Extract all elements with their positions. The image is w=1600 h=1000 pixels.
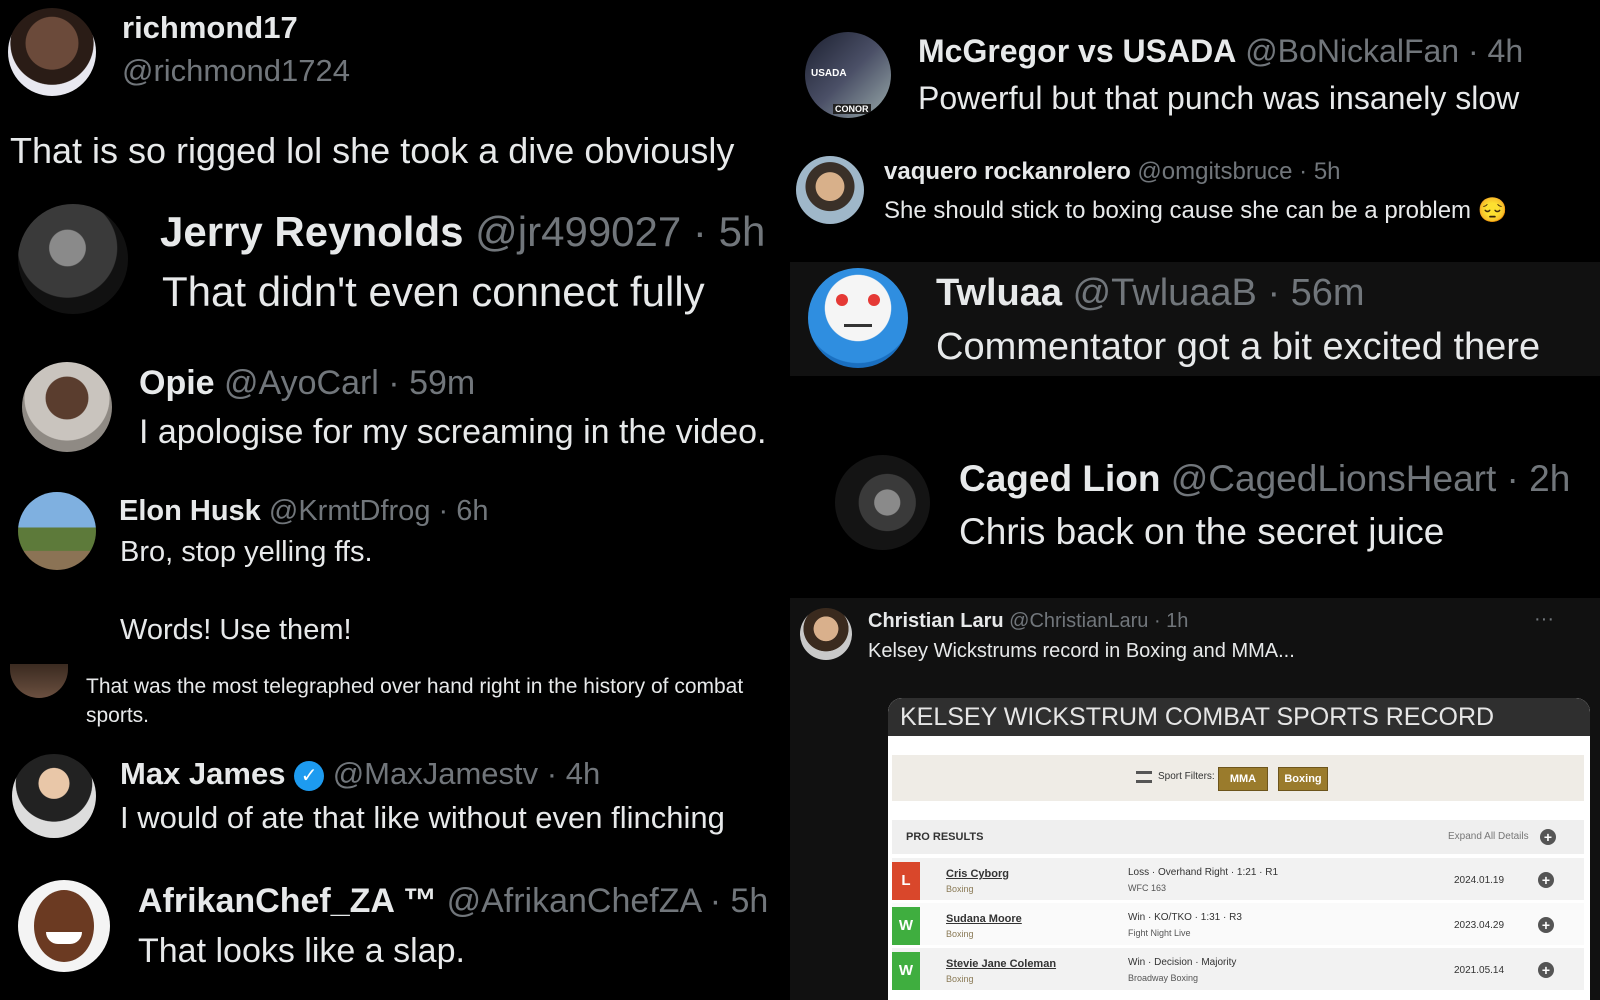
handle[interactable]: @MaxJamestv · 4h bbox=[333, 756, 600, 791]
opponent[interactable]: Stevie Jane Coleman bbox=[946, 958, 1056, 970]
avatar[interactable] bbox=[8, 8, 96, 96]
handle[interactable]: @KrmtDfrog · 6h bbox=[269, 495, 489, 527]
post-text: That was the most telegraphed over hand … bbox=[86, 675, 744, 698]
event: WFC 163 bbox=[1128, 883, 1167, 893]
handle[interactable]: @omgitsbruce · 5h bbox=[1137, 158, 1340, 185]
avatar[interactable] bbox=[22, 362, 112, 452]
display-name[interactable]: Jerry Reynolds bbox=[160, 208, 463, 255]
display-name[interactable]: richmond17 bbox=[122, 10, 298, 46]
display-name[interactable]: Max James bbox=[120, 756, 285, 791]
avatar[interactable] bbox=[18, 492, 96, 570]
display-name[interactable]: AfrikanChef_ZA ™ bbox=[138, 882, 437, 920]
avatar[interactable] bbox=[796, 156, 864, 224]
handle[interactable]: @AfrikanChefZA · 5h bbox=[447, 882, 769, 920]
post-text: That is so rigged lol she took a dive ob… bbox=[10, 130, 735, 171]
pro-results-header: PRO RESULTS Expand All Details + bbox=[892, 820, 1584, 854]
sport: Boxing bbox=[946, 974, 974, 984]
display-name[interactable]: Christian Laru bbox=[868, 610, 1004, 632]
event: Fight Night Live bbox=[1128, 928, 1191, 938]
opponent[interactable]: Sudana Moore bbox=[946, 913, 1022, 925]
avatar[interactable]: USADA CONOR bbox=[805, 32, 891, 118]
table-row[interactable]: L Cris Cyborg Boxing Loss · Overhand Rig… bbox=[892, 858, 1584, 900]
list-icon bbox=[1136, 771, 1152, 783]
post-text-line-2: sports. bbox=[86, 704, 150, 727]
avatar[interactable] bbox=[18, 880, 110, 972]
method: Win · Decision · Majority bbox=[1128, 957, 1237, 968]
date: 2021.05.14 bbox=[1454, 965, 1505, 976]
display-name[interactable]: Twluaa bbox=[936, 272, 1062, 314]
avatar[interactable] bbox=[10, 664, 68, 698]
avatar-label: USADA bbox=[811, 68, 847, 79]
display-name[interactable]: McGregor vs USADA bbox=[918, 33, 1236, 69]
post-text: Bro, stop yelling ffs. bbox=[120, 536, 373, 568]
record-title: KELSEY WICKSTRUM COMBAT SPORTS RECORD bbox=[888, 698, 1590, 736]
avatar[interactable] bbox=[12, 754, 96, 838]
table-row[interactable]: W Stevie Jane Coleman Boxing Win · Decis… bbox=[892, 948, 1584, 990]
post-text: I would of ate that like without even fl… bbox=[120, 800, 725, 835]
filter-bar: Sport Filters: MMA Boxing bbox=[892, 755, 1584, 801]
filter-boxing[interactable]: Boxing bbox=[1278, 767, 1328, 791]
post-text: That looks like a slap. bbox=[138, 932, 465, 970]
handle[interactable]: @jr499027 · 5h bbox=[475, 208, 765, 255]
post-text-line-2: Words! Use them! bbox=[120, 614, 352, 646]
handle[interactable]: @CagedLionsHeart · 2h bbox=[1171, 458, 1571, 499]
more-options-icon[interactable]: ··· bbox=[1534, 608, 1554, 631]
sport: Boxing bbox=[946, 884, 974, 894]
expand-row-icon[interactable]: + bbox=[1538, 872, 1554, 888]
event: Broadway Boxing bbox=[1128, 973, 1199, 983]
result-badge: W bbox=[892, 907, 920, 945]
handle[interactable]: @AyoCarl · 59m bbox=[224, 364, 475, 402]
avatar[interactable] bbox=[18, 204, 128, 314]
sport: Boxing bbox=[946, 929, 974, 939]
result-badge: L bbox=[892, 862, 920, 900]
handle[interactable]: @TwluaaB · 56m bbox=[1073, 272, 1365, 314]
display-name[interactable]: Opie bbox=[139, 364, 215, 402]
result-badge: W bbox=[892, 952, 920, 990]
post-text: She should stick to boxing cause she can… bbox=[884, 197, 1508, 224]
handle[interactable]: @BoNickalFan · 4h bbox=[1245, 33, 1523, 69]
display-name[interactable]: vaquero rockanrolero bbox=[884, 158, 1131, 185]
post-text: Commentator got a bit excited there bbox=[936, 326, 1541, 368]
table-row[interactable]: W Sudana Moore Boxing Win · KO/TKO · 1:3… bbox=[892, 903, 1584, 945]
expand-icon[interactable]: + bbox=[1540, 829, 1556, 845]
date: 2024.01.19 bbox=[1454, 875, 1505, 886]
post-text: Powerful but that punch was insanely slo… bbox=[918, 80, 1520, 116]
expand-row-icon[interactable]: + bbox=[1538, 962, 1554, 978]
avatar[interactable] bbox=[800, 608, 852, 660]
verified-badge-icon: ✓ bbox=[294, 760, 325, 791]
method: Loss · Overhand Right · 1:21 · R1 bbox=[1128, 867, 1279, 878]
avatar[interactable] bbox=[808, 268, 908, 368]
date: 2023.04.29 bbox=[1454, 920, 1505, 931]
expand-all[interactable]: Expand All Details bbox=[1448, 831, 1529, 842]
display-name[interactable]: Elon Husk bbox=[119, 495, 261, 527]
display-name[interactable]: Caged Lion bbox=[959, 458, 1160, 499]
post-text: That didn't even connect fully bbox=[162, 268, 705, 315]
handle[interactable]: @richmond1724 bbox=[122, 53, 350, 89]
avatar-label: CONOR bbox=[833, 104, 871, 114]
handle[interactable]: @ChristianLaru · 1h bbox=[1009, 610, 1188, 632]
filter-mma[interactable]: MMA bbox=[1218, 767, 1268, 791]
opponent[interactable]: Cris Cyborg bbox=[946, 868, 1009, 880]
record-image[interactable]: KELSEY WICKSTRUM COMBAT SPORTS RECORD Sp… bbox=[888, 698, 1590, 1000]
method: Win · KO/TKO · 1:31 · R3 bbox=[1128, 912, 1242, 923]
filter-label: Sport Filters: bbox=[1158, 771, 1215, 782]
post-text: Kelsey Wickstrums record in Boxing and M… bbox=[868, 640, 1295, 662]
post-text: Chris back on the secret juice bbox=[959, 511, 1445, 552]
avatar[interactable] bbox=[835, 455, 930, 550]
expand-row-icon[interactable]: + bbox=[1538, 917, 1554, 933]
post-text: I apologise for my screaming in the vide… bbox=[139, 413, 767, 451]
section-title: PRO RESULTS bbox=[906, 831, 984, 843]
